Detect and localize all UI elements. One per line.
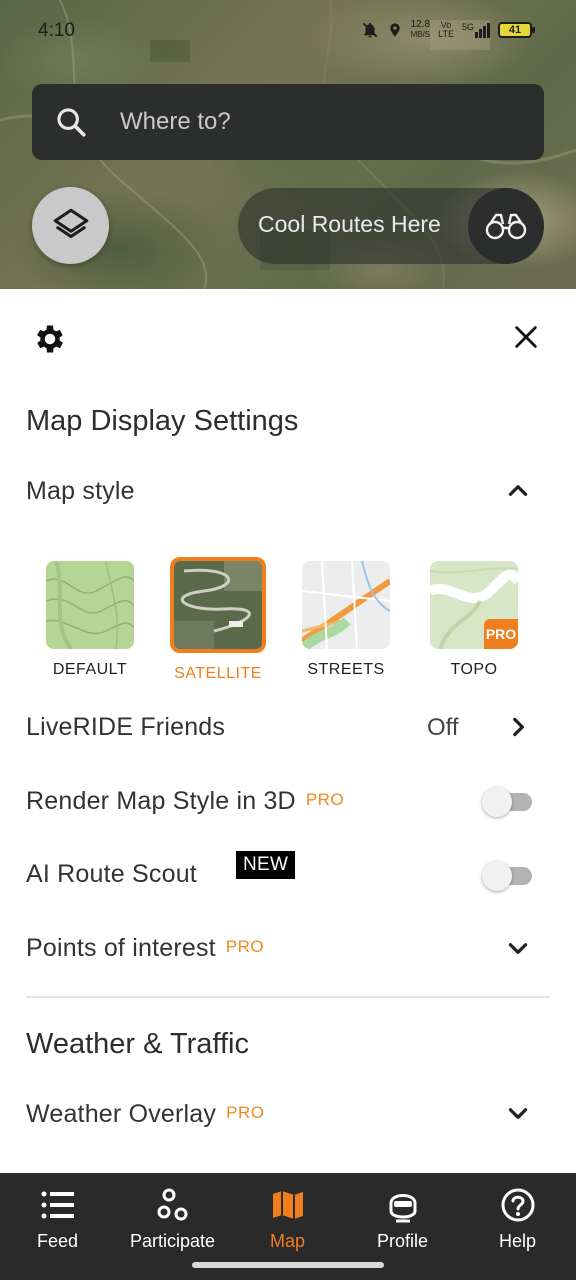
volte-bottom: LTE [438, 29, 454, 39]
gear-icon[interactable] [32, 321, 68, 357]
topo-pro-badge: PRO [484, 619, 518, 649]
nav-help-label: Help [498, 1231, 537, 1251]
style-name-topo: TOPO [450, 661, 498, 678]
liveride-friends-label[interactable]: LiveRIDE Friends [26, 713, 225, 742]
poi-pro-badge: PRO [225, 937, 265, 956]
nav-participate[interactable]: Participate [115, 1187, 230, 1252]
map-layers-button[interactable] [32, 187, 109, 264]
search-icon [57, 108, 86, 137]
battery-icon: 41 [498, 22, 535, 38]
weather-overlay-pro-badge: PRO [226, 1103, 265, 1122]
speed-value: 12.8 [410, 19, 431, 30]
streets-style-thumbnail [302, 561, 390, 649]
mute-notifications-icon [362, 22, 377, 38]
default-style-thumbnail [46, 561, 134, 649]
style-option-topo[interactable]: PRO TOPO [424, 553, 524, 679]
nav-profile[interactable]: Profile [345, 1187, 460, 1252]
chevron-up-icon[interactable] [505, 477, 531, 503]
style-option-streets[interactable]: STREETS [296, 553, 396, 679]
binoculars-icon [485, 213, 527, 240]
style-option-satellite[interactable]: SATELLITE [168, 553, 268, 683]
weather-overlay-row[interactable]: Weather Overlay PRO [26, 1100, 264, 1129]
render-3d-label: Render Map Style in 3D [26, 787, 296, 815]
map-style-label: Map style [26, 477, 135, 505]
profile-icon [389, 1194, 416, 1223]
style-name-streets: STREETS [307, 661, 385, 678]
new-badge: NEW [236, 851, 296, 879]
binoculars-button[interactable] [468, 188, 544, 264]
style-option-default[interactable]: DEFAULT [40, 553, 140, 679]
map-display-settings-sheet: Map Display Settings Map style DEFAULT S… [0, 289, 576, 1173]
render-3d-toggle-knob [482, 787, 512, 817]
status-bar: 4:10 12.8 MB/S Vo LTE 5G 41 [0, 0, 576, 64]
search-bar[interactable]: Where to? [32, 84, 544, 160]
satellite-style-thumbnail [170, 557, 266, 653]
close-icon[interactable] [512, 323, 540, 351]
signal-icon: 5G [461, 21, 490, 38]
poi-label: Points of interest [26, 934, 216, 962]
style-name-default: DEFAULT [52, 661, 128, 678]
network-speed: 12.8 MB/S [411, 20, 431, 40]
topo-style-thumbnail: PRO [430, 561, 518, 649]
status-icons: 12.8 MB/S Vo LTE 5G 41 [361, 20, 535, 40]
nav-help[interactable]: Help [460, 1187, 575, 1252]
location-icon [389, 23, 400, 37]
ai-route-scout-toggle[interactable] [482, 859, 532, 891]
weather-overlay-label: Weather Overlay [26, 1100, 217, 1128]
help-icon [501, 1188, 534, 1222]
home-indicator[interactable] [192, 1262, 384, 1268]
render-3d-pro-badge: PRO [305, 790, 345, 809]
search-placeholder: Where to? [120, 108, 231, 135]
speed-unit: MB/S [410, 30, 431, 39]
volte-indicator: Vo LTE [438, 21, 454, 39]
map-icon [272, 1191, 303, 1219]
nav-profile-label: Profile [376, 1231, 429, 1251]
layers-icon [53, 208, 88, 238]
ai-route-scout-toggle-knob [482, 861, 512, 891]
liveride-friends-value: Off [427, 714, 459, 741]
nav-map[interactable]: Map [230, 1187, 345, 1252]
render-3d-toggle[interactable] [482, 785, 532, 817]
style-name-satellite: SATELLITE [174, 665, 262, 682]
cool-routes-button[interactable]: Cool Routes Here [238, 188, 544, 264]
cool-routes-label: Cool Routes Here [258, 211, 441, 237]
settings-title: Map Display Settings [26, 405, 299, 437]
list-icon [41, 1191, 74, 1219]
points-of-interest-row[interactable]: Points of interest PRO [26, 934, 264, 963]
nav-feed[interactable]: Feed [0, 1187, 115, 1252]
nav-map-label: Map [269, 1231, 305, 1251]
signal-label: 5G [461, 21, 474, 32]
ai-route-scout-label: AI Route Scout [26, 860, 197, 888]
chevron-down-icon[interactable] [505, 1100, 531, 1126]
weather-traffic-title: Weather & Traffic [26, 1028, 249, 1060]
map-style-options: DEFAULT SATELLITE STREETS PRO TOPO [0, 553, 576, 683]
chevron-right-icon[interactable] [505, 714, 531, 740]
status-time: 4:10 [38, 20, 75, 41]
nav-participate-label: Participate [129, 1231, 216, 1251]
bottom-navigation: Feed Participate Map Profile Help [0, 1173, 576, 1280]
section-divider [26, 996, 550, 998]
nav-feed-label: Feed [36, 1231, 79, 1251]
render-3d-row: Render Map Style in 3D PRO [26, 787, 344, 816]
chevron-down-icon[interactable] [505, 935, 531, 961]
participate-icon [157, 1188, 187, 1221]
